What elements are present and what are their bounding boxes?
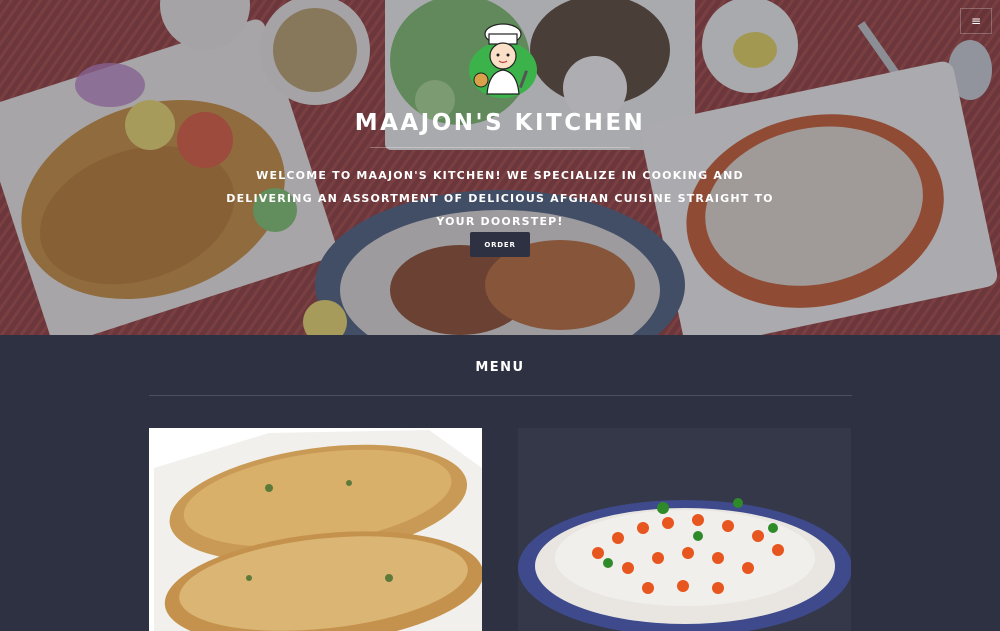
hero-banner: ≡ MAAJON'S KITCHEN WELCOME TO MAAJON'S K… <box>0 0 1000 335</box>
site-tagline: WELCOME TO MAAJON'S KITCHEN! WE SPECIALI… <box>226 169 774 228</box>
order-button[interactable]: ORDER <box>470 232 530 257</box>
menu-heading: MENU <box>475 360 525 375</box>
chef-logo-icon <box>469 23 537 98</box>
bolani-flatbread-photo <box>149 428 482 631</box>
mantu-dumplings-photo <box>518 428 851 631</box>
title-divider <box>370 147 630 148</box>
menu-toggle-button[interactable]: ≡ <box>960 8 992 34</box>
hamburger-icon: ≡ <box>970 14 982 28</box>
site-title: MAAJON'S KITCHEN <box>354 110 646 136</box>
menu-item-bolani[interactable] <box>149 428 482 631</box>
menu-item-mantu[interactable] <box>518 428 851 631</box>
menu-section: MENU <box>0 335 1000 631</box>
menu-divider <box>149 395 852 396</box>
